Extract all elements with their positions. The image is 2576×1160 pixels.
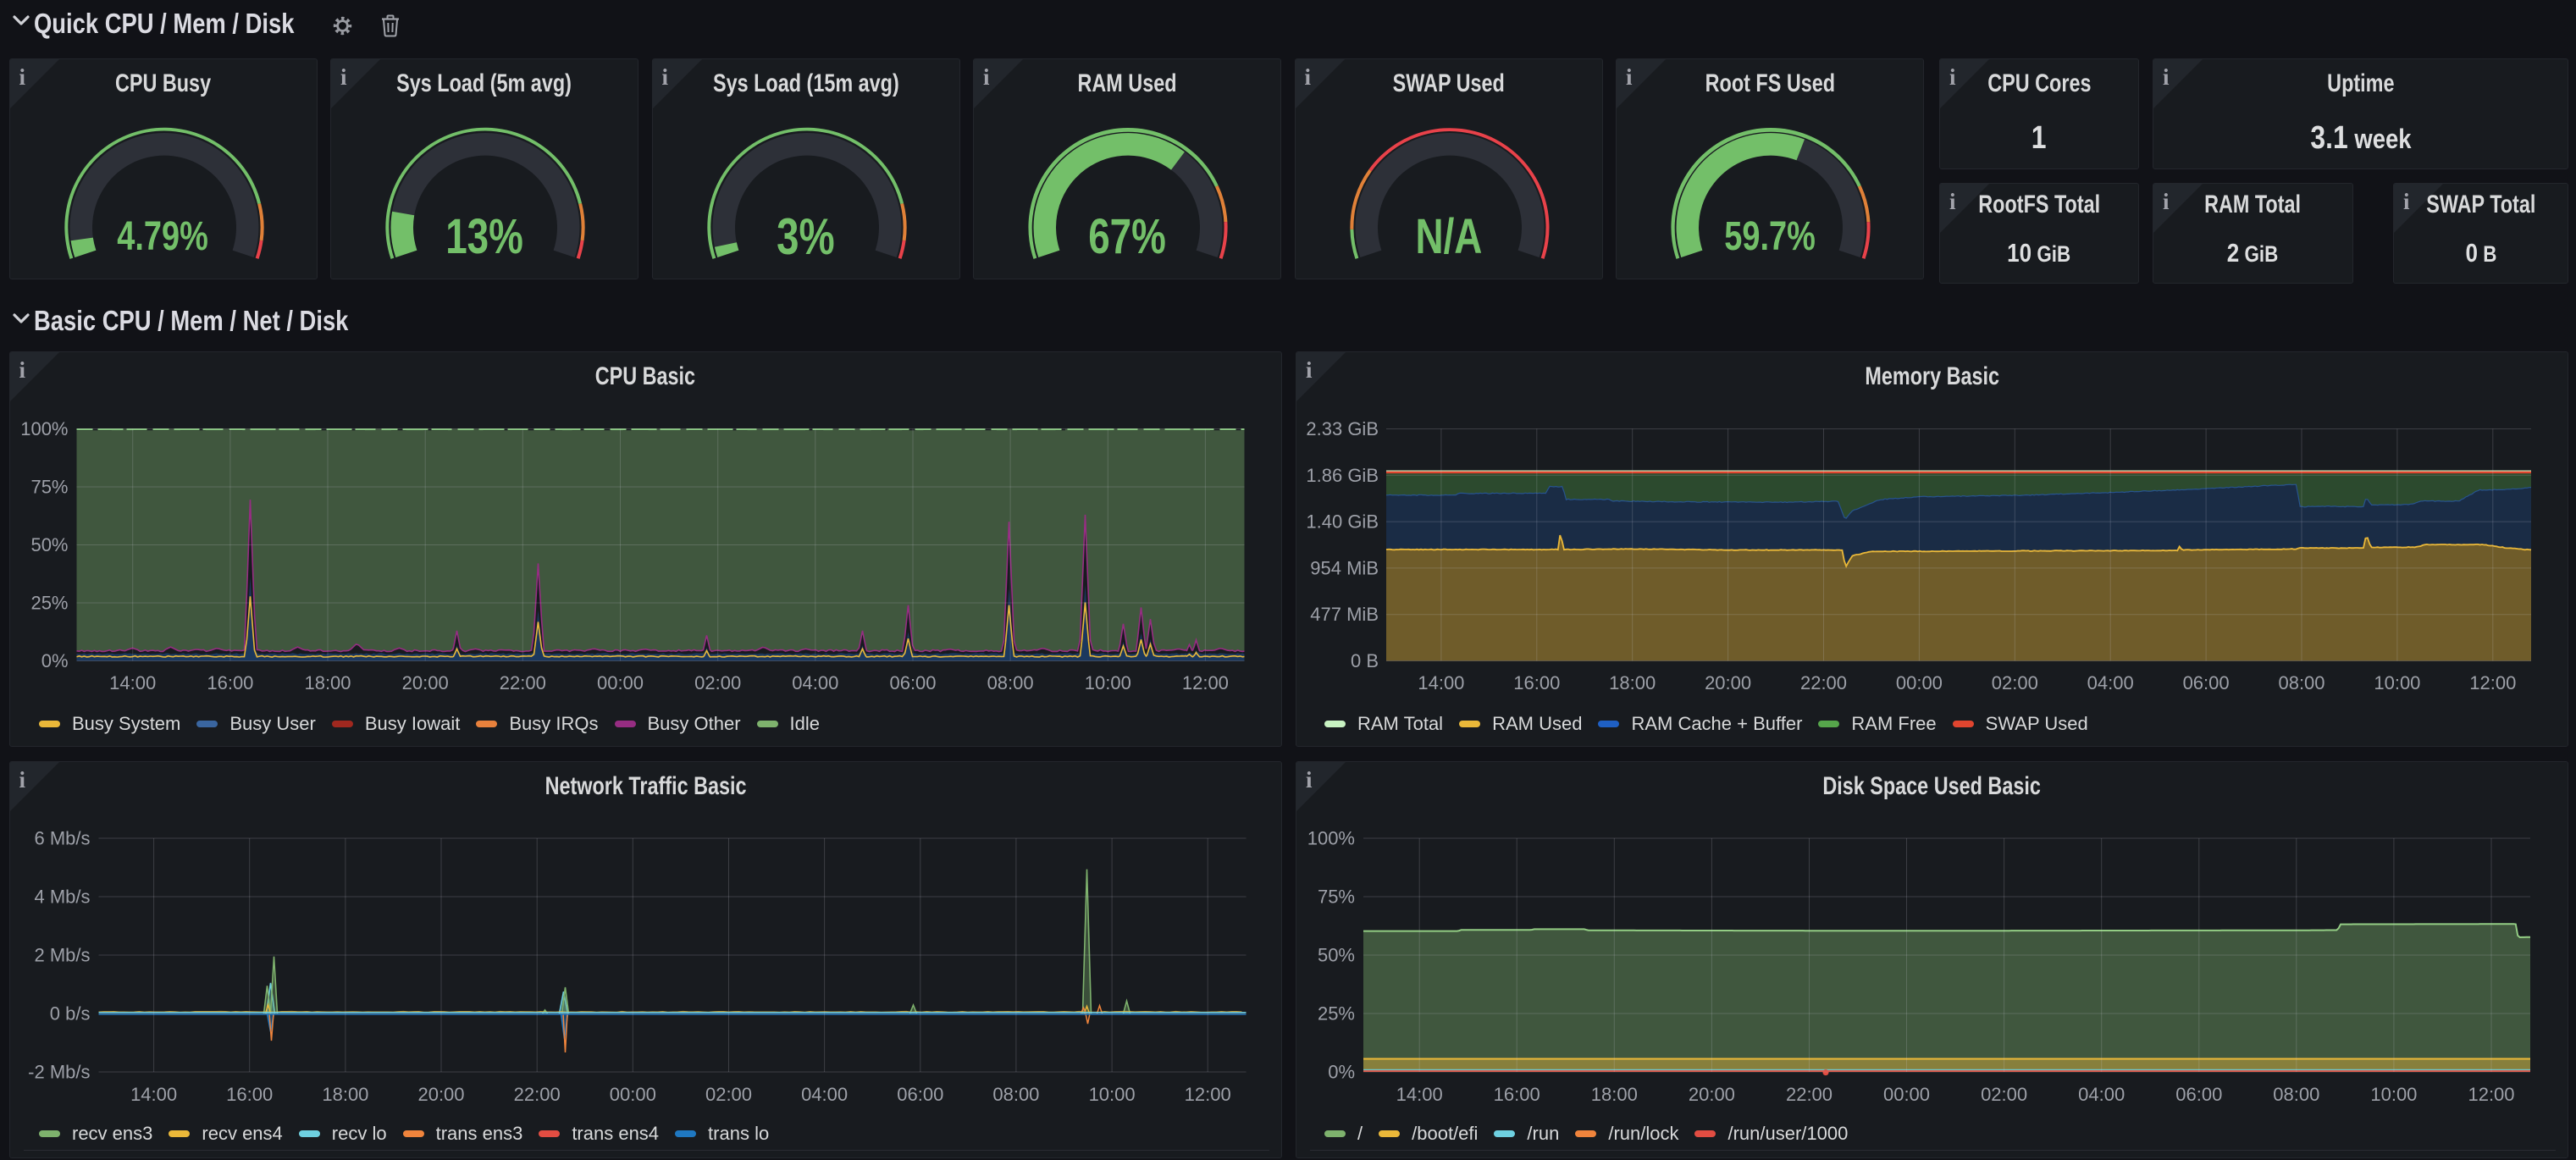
svg-text:06:00: 06:00	[897, 1084, 943, 1105]
svg-text:04:00: 04:00	[2087, 672, 2134, 693]
svg-text:0%: 0%	[1328, 1062, 1355, 1083]
svg-text:12:00: 12:00	[2468, 1084, 2514, 1105]
svg-text:14:00: 14:00	[130, 1084, 177, 1105]
svg-text:2 Mb/s: 2 Mb/s	[34, 945, 90, 966]
svg-text:20:00: 20:00	[1689, 1084, 1735, 1105]
svg-text:10:00: 10:00	[2374, 672, 2420, 693]
svg-text:50%: 50%	[30, 534, 68, 555]
svg-text:25%: 25%	[1318, 1003, 1355, 1025]
svg-text:75%: 75%	[1318, 887, 1355, 908]
svg-text:50%: 50%	[1318, 945, 1355, 966]
svg-text:00:00: 00:00	[609, 1084, 655, 1105]
svg-text:06:00: 06:00	[2183, 672, 2230, 693]
svg-text:08:00: 08:00	[2278, 672, 2324, 693]
svg-text:10:00: 10:00	[1088, 1084, 1135, 1105]
svg-text:06:00: 06:00	[2175, 1084, 2222, 1105]
svg-text:12:00: 12:00	[2469, 672, 2516, 693]
svg-text:12:00: 12:00	[1184, 1084, 1230, 1105]
svg-text:22:00: 22:00	[1786, 1084, 1832, 1105]
svg-text:22:00: 22:00	[513, 1084, 560, 1105]
svg-text:18:00: 18:00	[304, 672, 351, 693]
svg-text:00:00: 00:00	[1883, 1084, 1930, 1105]
svg-text:00:00: 00:00	[596, 672, 643, 693]
svg-text:0 B: 0 B	[1351, 650, 1379, 671]
svg-text:25%: 25%	[30, 593, 68, 614]
svg-text:75%: 75%	[30, 477, 68, 498]
svg-text:02:00: 02:00	[1981, 1084, 2027, 1105]
svg-text:04:00: 04:00	[2078, 1084, 2125, 1105]
svg-text:14:00: 14:00	[1418, 672, 1464, 693]
svg-text:08:00: 08:00	[987, 672, 1033, 693]
svg-text:06:00: 06:00	[889, 672, 936, 693]
svg-text:-2 Mb/s: -2 Mb/s	[28, 1062, 90, 1083]
svg-text:4 Mb/s: 4 Mb/s	[34, 887, 90, 908]
svg-text:2.33 GiB: 2.33 GiB	[1306, 418, 1379, 439]
svg-text:477 MiB: 477 MiB	[1310, 604, 1379, 625]
svg-text:02:00: 02:00	[1992, 672, 2038, 693]
svg-text:02:00: 02:00	[694, 672, 741, 693]
svg-text:20:00: 20:00	[417, 1084, 464, 1105]
svg-text:04:00: 04:00	[792, 672, 838, 693]
svg-text:1.86 GiB: 1.86 GiB	[1306, 465, 1379, 486]
svg-text:16:00: 16:00	[226, 1084, 273, 1105]
svg-text:00:00: 00:00	[1896, 672, 1943, 693]
svg-text:16:00: 16:00	[1513, 672, 1560, 693]
svg-text:18:00: 18:00	[1609, 672, 1656, 693]
svg-text:16:00: 16:00	[1494, 1084, 1540, 1105]
svg-text:0 b/s: 0 b/s	[49, 1003, 90, 1025]
svg-text:10:00: 10:00	[1084, 672, 1130, 693]
svg-text:1.40 GiB: 1.40 GiB	[1306, 511, 1379, 533]
svg-text:22:00: 22:00	[1800, 672, 1847, 693]
svg-text:10:00: 10:00	[2370, 1084, 2417, 1105]
svg-text:20:00: 20:00	[401, 672, 448, 693]
svg-text:12:00: 12:00	[1181, 672, 1228, 693]
svg-text:0%: 0%	[41, 650, 68, 671]
svg-text:16:00: 16:00	[207, 672, 253, 693]
svg-text:04:00: 04:00	[801, 1084, 848, 1105]
svg-text:100%: 100%	[20, 418, 68, 439]
svg-text:20:00: 20:00	[1705, 672, 1751, 693]
svg-text:08:00: 08:00	[992, 1084, 1039, 1105]
svg-text:22:00: 22:00	[499, 672, 545, 693]
svg-text:18:00: 18:00	[1591, 1084, 1638, 1105]
svg-text:14:00: 14:00	[109, 672, 156, 693]
svg-text:954 MiB: 954 MiB	[1310, 557, 1379, 578]
svg-text:02:00: 02:00	[705, 1084, 751, 1105]
svg-text:6 Mb/s: 6 Mb/s	[34, 828, 90, 849]
svg-text:14:00: 14:00	[1396, 1084, 1443, 1105]
svg-text:100%: 100%	[1307, 828, 1355, 849]
svg-text:08:00: 08:00	[2273, 1084, 2319, 1105]
svg-text:18:00: 18:00	[322, 1084, 368, 1105]
